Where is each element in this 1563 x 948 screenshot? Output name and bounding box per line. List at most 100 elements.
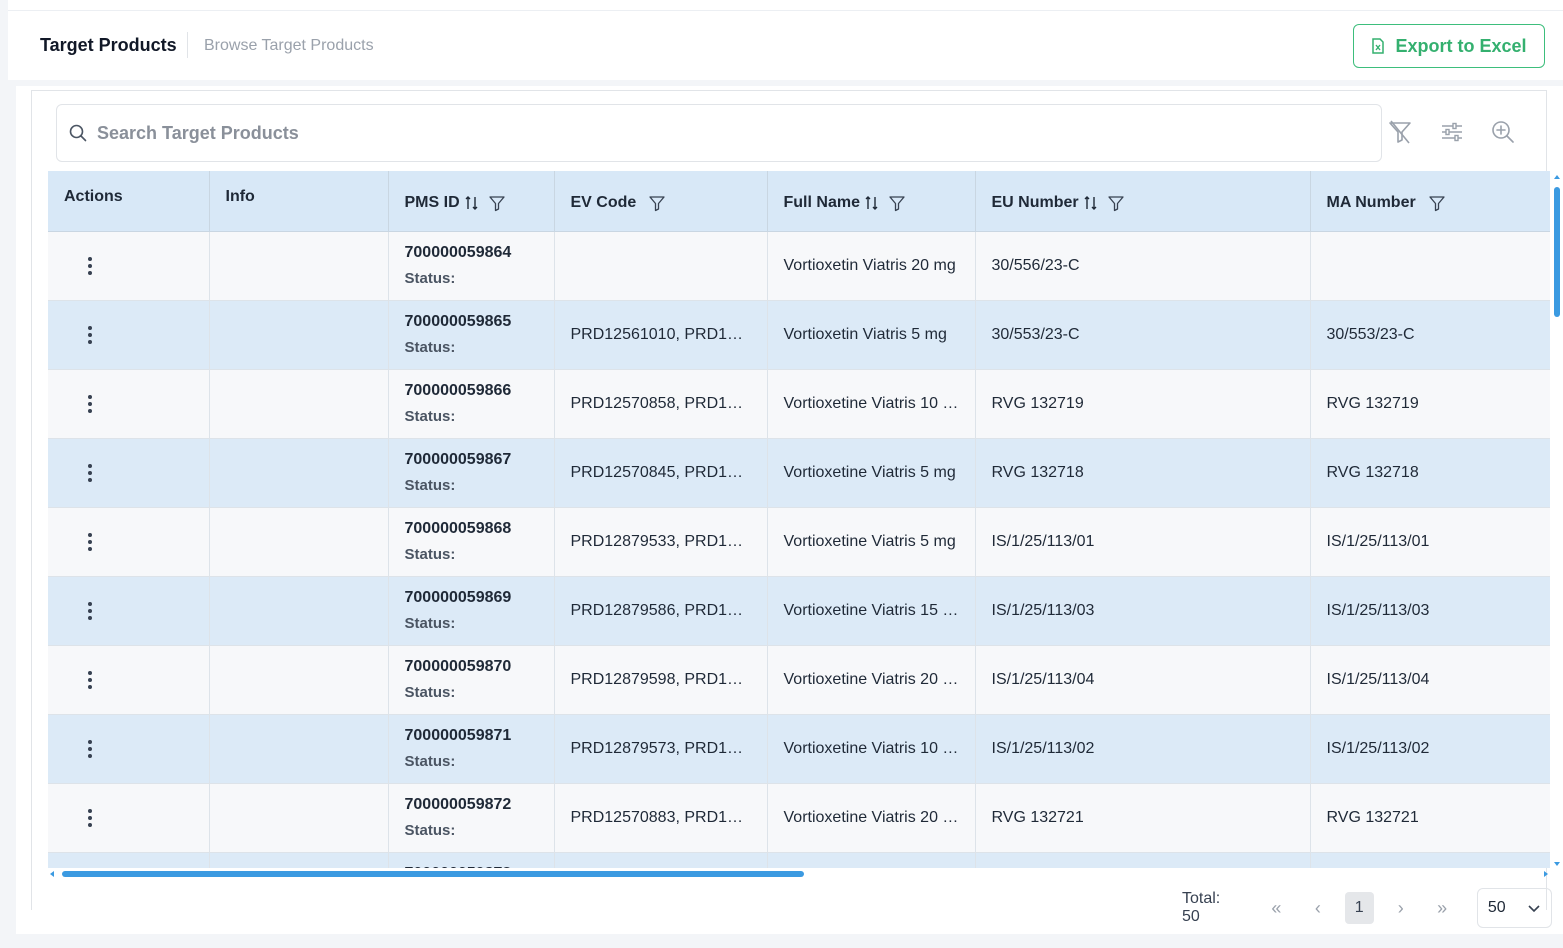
ma-number-cell: RVG 132719 [1310,369,1550,439]
ev-code-cell: PRD12879598, PRD12879599 [554,645,768,715]
page-title: Target Products [40,35,177,55]
clear-filter-button[interactable] [1385,117,1415,147]
top-strip [8,0,1563,11]
sort-icon[interactable] [864,195,880,211]
clear-filter-icon [1389,120,1411,144]
page-size-select[interactable]: 50 [1476,888,1553,928]
ev-code-cell: PRD12879573, PRD12879574 [554,714,768,784]
actions-cell [48,576,210,646]
ma-number-cell: RVG 132718 [1310,438,1550,508]
table-row[interactable]: 700000059867 Status: PRD12570845, PRD12570… [48,438,1550,508]
table-row[interactable]: 700000059866 Status: PRD12570858, PRD12570… [48,369,1550,439]
column-header-full-name[interactable]: Full Name [767,171,976,232]
column-settings-button[interactable] [1437,117,1467,147]
more-vertical-icon[interactable] [80,532,100,551]
export-to-excel-button[interactable]: Export to Excel [1353,24,1545,68]
scroll-up-arrow-icon[interactable] [1551,173,1563,181]
filter-icon[interactable] [888,194,906,212]
actions-cell [48,438,210,508]
column-label: Actions [64,187,123,205]
filter-icon[interactable] [648,194,666,212]
first-page-button[interactable]: « [1262,892,1291,924]
column-header-ev-code[interactable]: EV Code [554,171,768,232]
filter-icon[interactable] [488,194,506,212]
full-name-cell: Vortioxetine Viatris 10 mg [767,369,976,439]
ev-code-cell [554,231,768,301]
column-header-info: Info [209,171,389,232]
table-row[interactable]: 700000059868 Status: PRD12879533, PRD12879… [48,507,1550,577]
double-chevron-left-icon: « [1271,897,1282,918]
page-button-current[interactable]: 1 [1344,892,1374,924]
more-vertical-icon[interactable] [80,808,100,827]
search-box[interactable] [56,104,1382,162]
full-name-cell: Vortioxetine Viatris 5 mg [767,438,976,508]
status-label: Status: [404,615,456,632]
more-vertical-icon[interactable] [80,394,100,413]
eu-number-cell: RVG 132721 [975,783,1311,853]
more-vertical-icon[interactable] [80,463,100,482]
vertical-scrollbar[interactable] [1551,171,1563,868]
search-input[interactable] [97,122,1297,144]
info-cell [209,231,389,301]
pms-id-cell: 700000059868 Status: [388,507,555,577]
table-row[interactable]: 700000059869 Status: PRD12879586, PRD12879… [48,576,1550,646]
more-vertical-icon[interactable] [80,739,100,758]
more-vertical-icon[interactable] [80,325,100,344]
zoom-button[interactable] [1488,117,1518,147]
eu-number-cell: RVG 132719 [975,369,1311,439]
filter-icon[interactable] [1107,194,1125,212]
status-label: Status: [404,822,456,839]
status-label: Status: [404,270,456,287]
status-label: Status: [404,753,456,770]
sort-icon[interactable] [1083,195,1099,211]
more-vertical-icon[interactable] [80,601,100,620]
column-label: EU Number [991,193,1079,211]
column-header-pms-id[interactable]: PMS ID [388,171,555,232]
horizontal-scroll-thumb[interactable] [62,871,804,877]
eu-number-cell: RVG 132718 [975,438,1311,508]
page-subtitle: Browse Target Products [204,37,374,54]
pms-id-value: 700000059872 [404,796,512,813]
actions-cell [48,507,210,577]
total-count: Total: 50 [1182,890,1221,925]
content-card: Actions Info PMS ID EV Code [16,86,1563,934]
ma-number-cell: IS/1/25/113/02 [1310,714,1550,784]
full-name-cell: Vortioxetin Viatris 5 mg [767,300,976,370]
last-page-button[interactable]: » [1427,892,1456,924]
pms-id-cell: 700000059870 Status: [388,645,555,715]
column-header-eu-number[interactable]: EU Number [975,171,1311,232]
table-row[interactable]: 700000059864 Status: Vortioxetin Viatris 2… [48,231,1550,301]
scroll-down-arrow-icon[interactable] [1551,860,1563,868]
pms-id-value: 700000059870 [404,658,512,675]
info-cell [209,645,389,715]
actions-cell [48,645,210,715]
eu-number-cell [975,852,1311,868]
table-row[interactable]: 700000059873Status: [48,852,1550,868]
sort-icon[interactable] [464,195,480,211]
more-vertical-icon[interactable] [80,256,100,275]
pms-id-cell: 700000059866 Status: [388,369,555,439]
column-header-actions: Actions [48,171,210,232]
pms-id-cell: 700000059873Status: [388,852,555,868]
table-body: 700000059864 Status: Vortioxetin Viatris 2… [48,231,1550,868]
actions-cell [48,231,210,301]
table-row[interactable]: 700000059870 Status: PRD12879598, PRD12879… [48,645,1550,715]
full-name-cell: Vortioxetine Viatris 10 mg [767,714,976,784]
filter-icon[interactable] [1428,194,1446,212]
previous-page-button[interactable]: ‹ [1303,892,1332,924]
full-name-cell: Vortioxetine Viatris 5 mg [767,507,976,577]
table-row[interactable]: 700000059871 Status: PRD12879573, PRD12879… [48,714,1550,784]
actions-cell [48,852,210,868]
sliders-icon [1442,122,1462,142]
next-page-button[interactable]: › [1386,892,1415,924]
more-vertical-icon[interactable] [80,670,100,689]
scroll-left-arrow-icon[interactable] [48,868,56,880]
scroll-right-arrow-icon[interactable] [1542,868,1550,880]
column-header-ma-number[interactable]: MA Number [1310,171,1550,232]
vertical-scroll-thumb[interactable] [1554,187,1560,317]
ev-code-cell: PRD12570883, PRD12570884 [554,783,768,853]
table-row[interactable]: 700000059872 Status: PRD12570883, PRD12570… [48,783,1550,853]
table-row[interactable]: 700000059865 Status: PRD12561010, PRD12561… [48,300,1550,370]
horizontal-scrollbar[interactable] [48,868,1550,880]
pms-id-cell: 700000059871 Status: [388,714,555,784]
